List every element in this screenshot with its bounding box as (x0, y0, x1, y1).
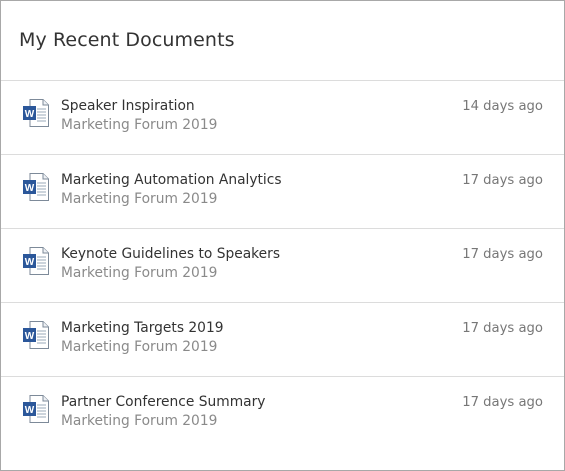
document-row[interactable]: W Partner Conference Summary Marketing F… (1, 377, 564, 451)
document-text: Marketing Targets 2019 Marketing Forum 2… (61, 319, 224, 357)
svg-text:W: W (25, 257, 35, 268)
word-document-icon: W (23, 395, 49, 423)
document-title[interactable]: Partner Conference Summary (61, 393, 265, 412)
document-modified-time: 17 days ago (462, 395, 543, 410)
document-title[interactable]: Keynote Guidelines to Speakers (61, 245, 280, 264)
recent-documents-panel: My Recent Documents W Speaker Inspiratio… (0, 0, 565, 471)
document-title[interactable]: Speaker Inspiration (61, 97, 217, 116)
document-modified-time: 14 days ago (462, 99, 543, 114)
document-text: Speaker Inspiration Marketing Forum 2019 (61, 97, 217, 135)
panel-header: My Recent Documents (1, 1, 564, 81)
document-title[interactable]: Marketing Targets 2019 (61, 319, 224, 338)
document-modified-time: 17 days ago (462, 173, 543, 188)
word-document-icon: W (23, 99, 49, 127)
document-location: Marketing Forum 2019 (61, 265, 218, 281)
document-location: Marketing Forum 2019 (61, 339, 218, 355)
svg-text:W: W (25, 405, 35, 416)
document-title[interactable]: Marketing Automation Analytics (61, 171, 282, 190)
document-row[interactable]: W Marketing Targets 2019 Marketing Forum… (1, 303, 564, 377)
svg-text:W: W (25, 183, 35, 194)
document-modified-time: 17 days ago (462, 247, 543, 262)
document-row[interactable]: W Speaker Inspiration Marketing Forum 20… (1, 81, 564, 155)
document-text: Marketing Automation Analytics Marketing… (61, 171, 282, 209)
svg-text:W: W (25, 109, 35, 120)
document-location: Marketing Forum 2019 (61, 117, 218, 133)
svg-text:W: W (25, 331, 35, 342)
document-location: Marketing Forum 2019 (61, 191, 218, 207)
document-row[interactable]: W Keynote Guidelines to Speakers Marketi… (1, 229, 564, 303)
panel-title: My Recent Documents (19, 28, 235, 51)
document-modified-time: 17 days ago (462, 321, 543, 336)
word-document-icon: W (23, 321, 49, 349)
document-text: Keynote Guidelines to Speakers Marketing… (61, 245, 280, 283)
document-location: Marketing Forum 2019 (61, 413, 218, 429)
document-text: Partner Conference Summary Marketing For… (61, 393, 265, 431)
document-list: W Speaker Inspiration Marketing Forum 20… (1, 81, 564, 451)
word-document-icon: W (23, 173, 49, 201)
word-document-icon: W (23, 247, 49, 275)
document-row[interactable]: W Marketing Automation Analytics Marketi… (1, 155, 564, 229)
